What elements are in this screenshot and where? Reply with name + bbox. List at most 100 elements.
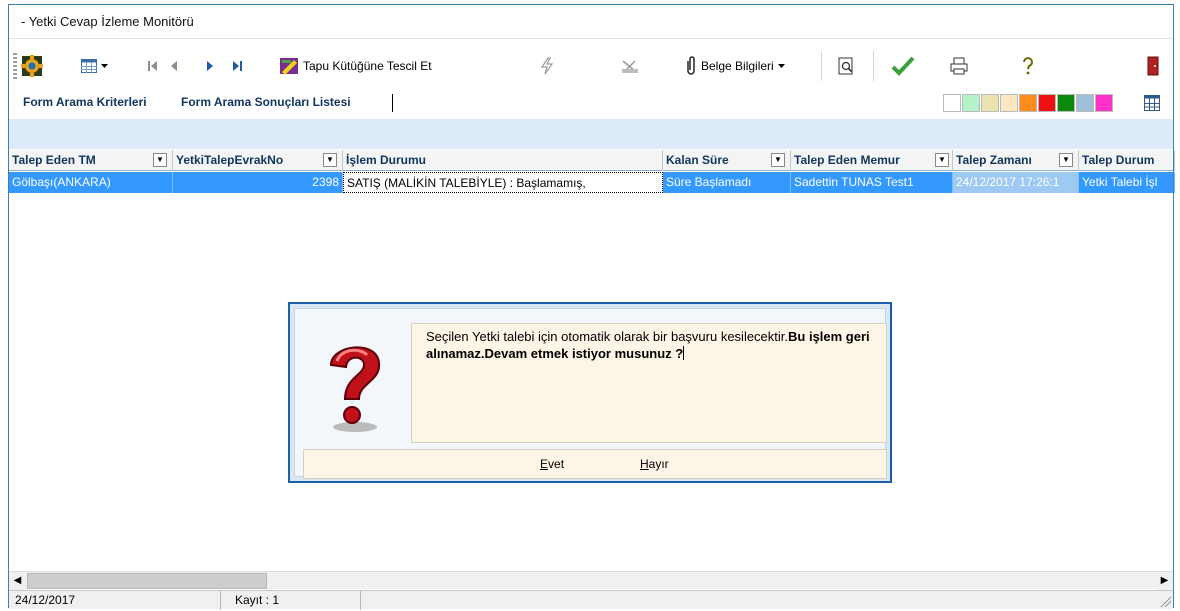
status-bar: 24/12/2017 Kayıt : 1 xyxy=(9,590,1173,610)
filter-dropdown-icon[interactable]: ▼ xyxy=(153,153,167,167)
toolbar-separator xyxy=(873,51,874,81)
dialog-message-text: Seçilen Yetki talebi için otomatik olara… xyxy=(426,329,789,344)
no-button[interactable]: Hayır xyxy=(640,457,669,471)
yes-button[interactable]: Evet xyxy=(540,457,564,471)
color-swatch xyxy=(1000,94,1018,112)
print-button[interactable] xyxy=(949,53,969,79)
exit-button[interactable] xyxy=(1147,53,1159,79)
printer-icon xyxy=(950,57,968,75)
filter-dropdown-icon[interactable]: ▼ xyxy=(1059,153,1073,167)
belge-bilgileri-button[interactable]: Belge Bilgileri xyxy=(685,53,785,79)
sign-button[interactable] xyxy=(539,53,555,79)
column-header-yetki-talep-evrak-no[interactable]: YetkiTalepEvrakNo ▼ xyxy=(173,150,343,171)
color-swatch xyxy=(1076,94,1094,112)
dropdown-arrow-icon xyxy=(777,63,785,68)
tab-strip: Form Arama Kriterleri Form Arama Sonuçla… xyxy=(9,91,1173,117)
register-deed-icon xyxy=(280,58,298,75)
cell-islem-durumu[interactable]: SATIŞ (MALİKİN TALEBİYLE) : Başlamamış, xyxy=(343,172,663,193)
nav-last-button[interactable] xyxy=(231,53,243,79)
map-edit-icon xyxy=(622,60,638,73)
cell-kalan-sure[interactable]: Süre Başlamadı xyxy=(663,172,791,193)
filter-dropdown-icon[interactable]: ▼ xyxy=(771,153,785,167)
column-header-label: Talep Durum xyxy=(1082,153,1155,167)
last-record-icon xyxy=(233,61,242,71)
edit-button[interactable] xyxy=(621,53,639,79)
dialog-button-bar: Evet Hayır xyxy=(303,449,887,479)
color-swatch xyxy=(981,94,999,112)
cell-talep-zamani[interactable]: 24/12/2017 17:26:1 xyxy=(953,172,1079,193)
cell-talep-durumu[interactable]: Yetki Talebi İşl xyxy=(1079,172,1175,193)
nav-prev-button[interactable] xyxy=(169,53,179,79)
text-cursor xyxy=(683,346,685,360)
grid-view-button[interactable] xyxy=(81,53,108,79)
cell-evrak-no[interactable]: 2398 xyxy=(173,172,343,193)
color-swatch xyxy=(1095,94,1113,112)
exit-door-icon xyxy=(1147,56,1159,76)
app-menu-button[interactable] xyxy=(21,53,43,79)
accelerator-key: E xyxy=(540,457,549,471)
text-cursor xyxy=(392,94,393,112)
question-icon xyxy=(1023,57,1033,75)
confirm-dialog: Seçilen Yetki talebi için otomatik olara… xyxy=(288,302,892,483)
belge-bilgileri-label: Belge Bilgileri xyxy=(701,59,774,73)
dialog-message: Seçilen Yetki talebi için otomatik olara… xyxy=(411,323,887,443)
column-header-talep-zamani[interactable]: Talep Zamanı ▼ xyxy=(953,150,1079,171)
column-header-talep-eden-tm[interactable]: Talep Eden TM ▼ xyxy=(9,150,173,171)
color-swatch xyxy=(1038,94,1056,112)
question-mark-icon xyxy=(329,346,381,432)
color-swatch xyxy=(943,94,961,112)
lightning-icon xyxy=(540,57,554,75)
column-header-label: YetkiTalepEvrakNo xyxy=(176,153,284,167)
help-button[interactable] xyxy=(1021,53,1035,79)
resize-grip-icon[interactable] xyxy=(1159,595,1171,607)
color-swatch xyxy=(1019,94,1037,112)
scroll-left-icon[interactable]: ◀ xyxy=(9,572,26,590)
preview-button[interactable] xyxy=(837,53,855,79)
filter-dropdown-icon[interactable]: ▼ xyxy=(323,153,337,167)
color-swatch xyxy=(1057,94,1075,112)
app-gear-icon xyxy=(21,55,43,77)
dialog-body: Seçilen Yetki talebi için otomatik olara… xyxy=(294,308,887,479)
table-row[interactable]: Gölbaşı(ANKARA) 2398 SATIŞ (MALİKİN TALE… xyxy=(9,172,1175,193)
filter-dropdown-icon[interactable]: ▼ xyxy=(935,153,949,167)
print-preview-icon xyxy=(838,57,853,75)
column-header-label: Talep Eden Memur xyxy=(794,153,900,167)
column-header-label: İşlem Durumu xyxy=(346,153,427,167)
button-label-rest: ayır xyxy=(648,457,669,471)
tescil-label: Tapu Kütüğüne Tescil Et xyxy=(303,59,432,73)
scroll-right-icon[interactable]: ▶ xyxy=(1156,572,1173,590)
grid-header: Talep Eden TM ▼ YetkiTalepEvrakNo ▼ İşle… xyxy=(9,150,1175,171)
approve-button[interactable] xyxy=(891,53,915,79)
group-by-panel[interactable] xyxy=(9,119,1173,149)
column-header-label: Kalan Süre xyxy=(666,153,729,167)
tab-form-arama-kriterleri[interactable]: Form Arama Kriterleri xyxy=(23,95,147,109)
checkmark-icon xyxy=(891,56,915,76)
status-record-count: Kayıt : 1 xyxy=(221,591,361,610)
cell-talep-eden-tm[interactable]: Gölbaşı(ANKARA) xyxy=(9,172,173,193)
horizontal-scrollbar[interactable]: ◀ ▶ xyxy=(9,571,1173,590)
title-bar: - Yetki Cevap İzleme Monitörü xyxy=(9,5,1173,39)
toolbar: Tapu Kütüğüne Tescil Et Belge Bilgileri xyxy=(9,43,1173,89)
column-header-label: Talep Eden TM xyxy=(12,153,96,167)
first-record-icon xyxy=(148,61,157,71)
toolbar-grip[interactable] xyxy=(13,53,17,79)
column-header-kalan-sure[interactable]: Kalan Süre ▼ xyxy=(663,150,791,171)
tescil-button[interactable]: Tapu Kütüğüne Tescil Et xyxy=(279,53,432,79)
paperclip-icon xyxy=(687,56,695,75)
toolbar-separator xyxy=(821,51,822,81)
button-label-rest: vet xyxy=(548,457,565,471)
dropdown-arrow-icon xyxy=(101,63,108,68)
color-swatch xyxy=(962,94,980,112)
window-title: - Yetki Cevap İzleme Monitörü xyxy=(21,14,194,29)
grid-view-icon xyxy=(81,59,97,73)
column-header-talep-eden-memur[interactable]: Talep Eden Memur ▼ xyxy=(791,150,953,171)
cell-talep-eden-memur[interactable]: Sadettin TUNAS Test1 xyxy=(791,172,953,193)
accelerator-key: H xyxy=(640,457,649,471)
nav-first-button[interactable] xyxy=(147,53,159,79)
tab-form-arama-sonuclari[interactable]: Form Arama Sonuçları Listesi xyxy=(181,95,351,109)
scrollbar-thumb[interactable] xyxy=(27,573,267,589)
nav-next-button[interactable] xyxy=(205,53,215,79)
column-header-talep-durumu[interactable]: Talep Durum xyxy=(1079,150,1175,171)
column-header-islem-durumu[interactable]: İşlem Durumu xyxy=(343,150,663,171)
table-layout-icon[interactable] xyxy=(1144,95,1160,111)
